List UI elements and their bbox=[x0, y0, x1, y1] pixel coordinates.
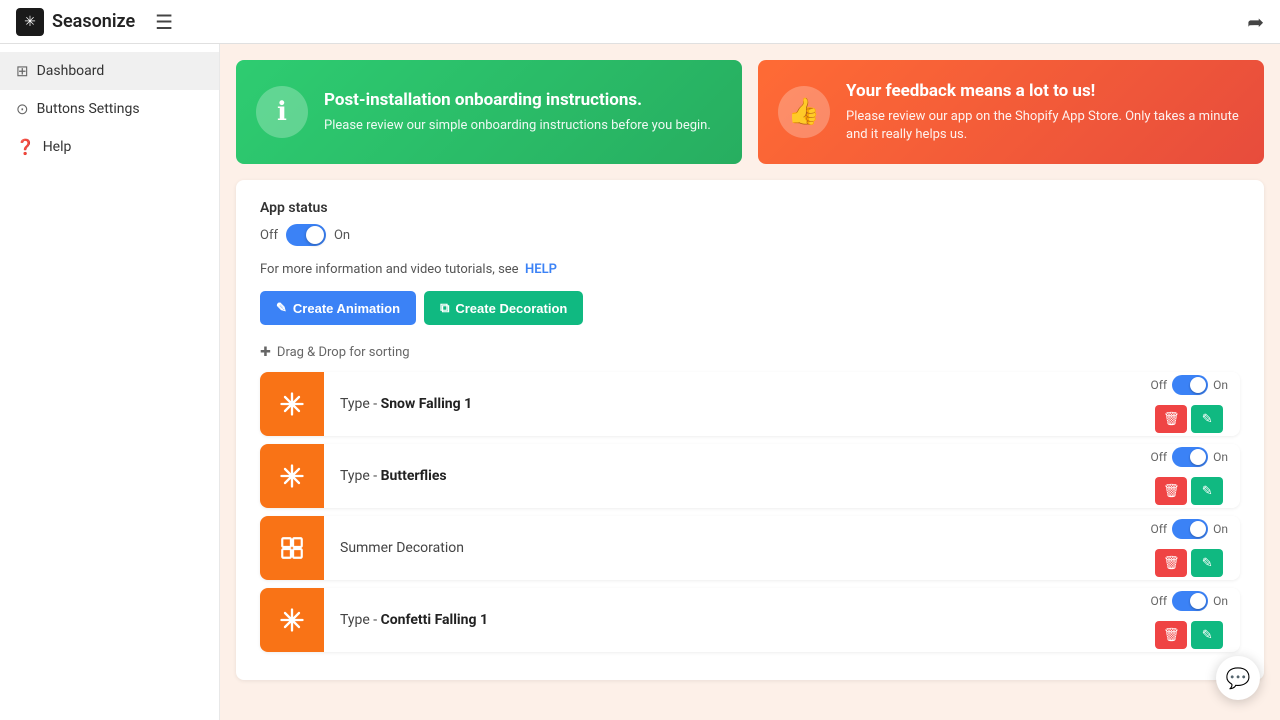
banners-row: ℹ Post-installation onboarding instructi… bbox=[236, 60, 1264, 164]
feedback-description: Please review our app on the Shopify App… bbox=[846, 108, 1244, 144]
logo-text: Seasonize bbox=[52, 11, 135, 32]
banner-feedback[interactable]: 👍 Your feedback means a lot to us! Pleas… bbox=[758, 60, 1264, 164]
item-icon-confetti bbox=[260, 588, 324, 652]
sidebar-item-dashboard[interactable]: ⊞ Dashboard bbox=[0, 52, 219, 90]
create-animation-button[interactable]: ✎ Create Animation bbox=[260, 291, 416, 325]
item-icon-butterflies bbox=[260, 444, 324, 508]
animation-item: Type - Butterflies Off On 🗑 ✎ bbox=[260, 444, 1240, 508]
delete-button-snow[interactable]: 🗑 bbox=[1155, 405, 1187, 433]
edit-button-summer[interactable]: ✎ bbox=[1191, 549, 1223, 577]
animation-item: Summer Decoration Off On 🗑 ✎ bbox=[260, 516, 1240, 580]
item-controls-snow: Off On 🗑 ✎ bbox=[1151, 375, 1241, 433]
item-controls-confetti: Off On 🗑 ✎ bbox=[1151, 591, 1241, 649]
chat-icon: 💬 bbox=[1226, 666, 1251, 690]
buttons-settings-icon: ⊙ bbox=[16, 100, 29, 118]
animation-item: Type - Confetti Falling 1 Off On 🗑 ✎ bbox=[260, 588, 1240, 652]
sidebar: ⊞ Dashboard ⊙ Buttons Settings ❓ Help bbox=[0, 44, 220, 720]
item-icon-summer bbox=[260, 516, 324, 580]
sidebar-item-dashboard-label: Dashboard bbox=[37, 63, 105, 79]
top-header: ✳ Seasonize ☰ ➦ bbox=[0, 0, 1280, 44]
delete-button-butterflies[interactable]: 🗑 bbox=[1155, 477, 1187, 505]
delete-button-confetti[interactable]: 🗑 bbox=[1155, 621, 1187, 649]
item-controls-butterflies: Off On 🗑 ✎ bbox=[1151, 447, 1241, 505]
onboarding-description: Please review our simple onboarding inst… bbox=[324, 117, 711, 135]
item-info-confetti: Type - Confetti Falling 1 bbox=[324, 612, 1151, 628]
sidebar-item-buttons-settings-label: Buttons Settings bbox=[37, 101, 140, 117]
item-info-summer: Summer Decoration bbox=[324, 540, 1151, 556]
drag-drop-icon: ✚ bbox=[260, 345, 271, 360]
dashboard-icon: ⊞ bbox=[16, 62, 29, 80]
sidebar-item-buttons-settings[interactable]: ⊙ Buttons Settings bbox=[0, 90, 219, 128]
header-left: ✳ Seasonize ☰ bbox=[16, 8, 173, 36]
on-label: On bbox=[334, 228, 350, 243]
drag-drop-text: Drag & Drop for sorting bbox=[277, 345, 410, 360]
item-info-butterflies: Type - Butterflies bbox=[324, 468, 1151, 484]
drag-drop-label: ✚ Drag & Drop for sorting bbox=[260, 345, 1240, 360]
hamburger-icon[interactable]: ☰ bbox=[155, 10, 173, 34]
main-content: ℹ Post-installation onboarding instructi… bbox=[220, 44, 1280, 720]
edit-button-confetti[interactable]: ✎ bbox=[1191, 621, 1223, 649]
item-toggle-snow[interactable] bbox=[1172, 375, 1208, 395]
logo-icon: ✳ bbox=[16, 8, 44, 36]
off-label: Off bbox=[260, 228, 278, 243]
decoration-icon: ⧉ bbox=[440, 300, 449, 316]
logo-container: ✳ Seasonize bbox=[16, 8, 135, 36]
item-icon-snow bbox=[260, 372, 324, 436]
item-info-snow: Type - Snow Falling 1 bbox=[324, 396, 1151, 412]
layout: ⊞ Dashboard ⊙ Buttons Settings ❓ Help ℹ … bbox=[0, 44, 1280, 720]
action-buttons: ✎ Create Animation ⧉ Create Decoration bbox=[260, 291, 1240, 325]
toggle-row: Off On bbox=[260, 224, 1240, 246]
item-toggle-butterflies[interactable] bbox=[1172, 447, 1208, 467]
status-title: App status bbox=[260, 200, 1240, 216]
feedback-text: Your feedback means a lot to us! Please … bbox=[846, 80, 1244, 144]
item-toggle-confetti[interactable] bbox=[1172, 591, 1208, 611]
app-status-toggle[interactable] bbox=[286, 224, 326, 246]
chat-widget[interactable]: 💬 bbox=[1216, 656, 1260, 700]
create-decoration-button[interactable]: ⧉ Create Decoration bbox=[424, 291, 583, 325]
item-controls-summer: Off On 🗑 ✎ bbox=[1151, 519, 1241, 577]
animation-item: Type - Snow Falling 1 Off On 🗑 ✎ bbox=[260, 372, 1240, 436]
feedback-title: Your feedback means a lot to us! bbox=[846, 80, 1244, 102]
status-card: App status Off On For more information a… bbox=[236, 180, 1264, 680]
wand-icon: ✎ bbox=[276, 300, 287, 316]
item-toggle-summer[interactable] bbox=[1172, 519, 1208, 539]
help-link[interactable]: HELP bbox=[525, 262, 557, 277]
feedback-icon: 👍 bbox=[778, 86, 830, 138]
onboarding-text: Post-installation onboarding instruction… bbox=[324, 89, 711, 135]
info-text: For more information and video tutorials… bbox=[260, 262, 1240, 277]
edit-button-butterflies[interactable]: ✎ bbox=[1191, 477, 1223, 505]
banner-onboarding[interactable]: ℹ Post-installation onboarding instructi… bbox=[236, 60, 742, 164]
onboarding-icon: ℹ bbox=[256, 86, 308, 138]
exit-icon[interactable]: ➦ bbox=[1247, 10, 1264, 34]
onboarding-title: Post-installation onboarding instruction… bbox=[324, 89, 711, 111]
help-icon: ❓ bbox=[16, 138, 35, 156]
delete-button-summer[interactable]: 🗑 bbox=[1155, 549, 1187, 577]
edit-button-snow[interactable]: ✎ bbox=[1191, 405, 1223, 433]
sidebar-item-help[interactable]: ❓ Help bbox=[0, 128, 219, 166]
animation-list: Type - Snow Falling 1 Off On 🗑 ✎ bbox=[260, 372, 1240, 652]
sidebar-item-help-label: Help bbox=[43, 139, 72, 155]
